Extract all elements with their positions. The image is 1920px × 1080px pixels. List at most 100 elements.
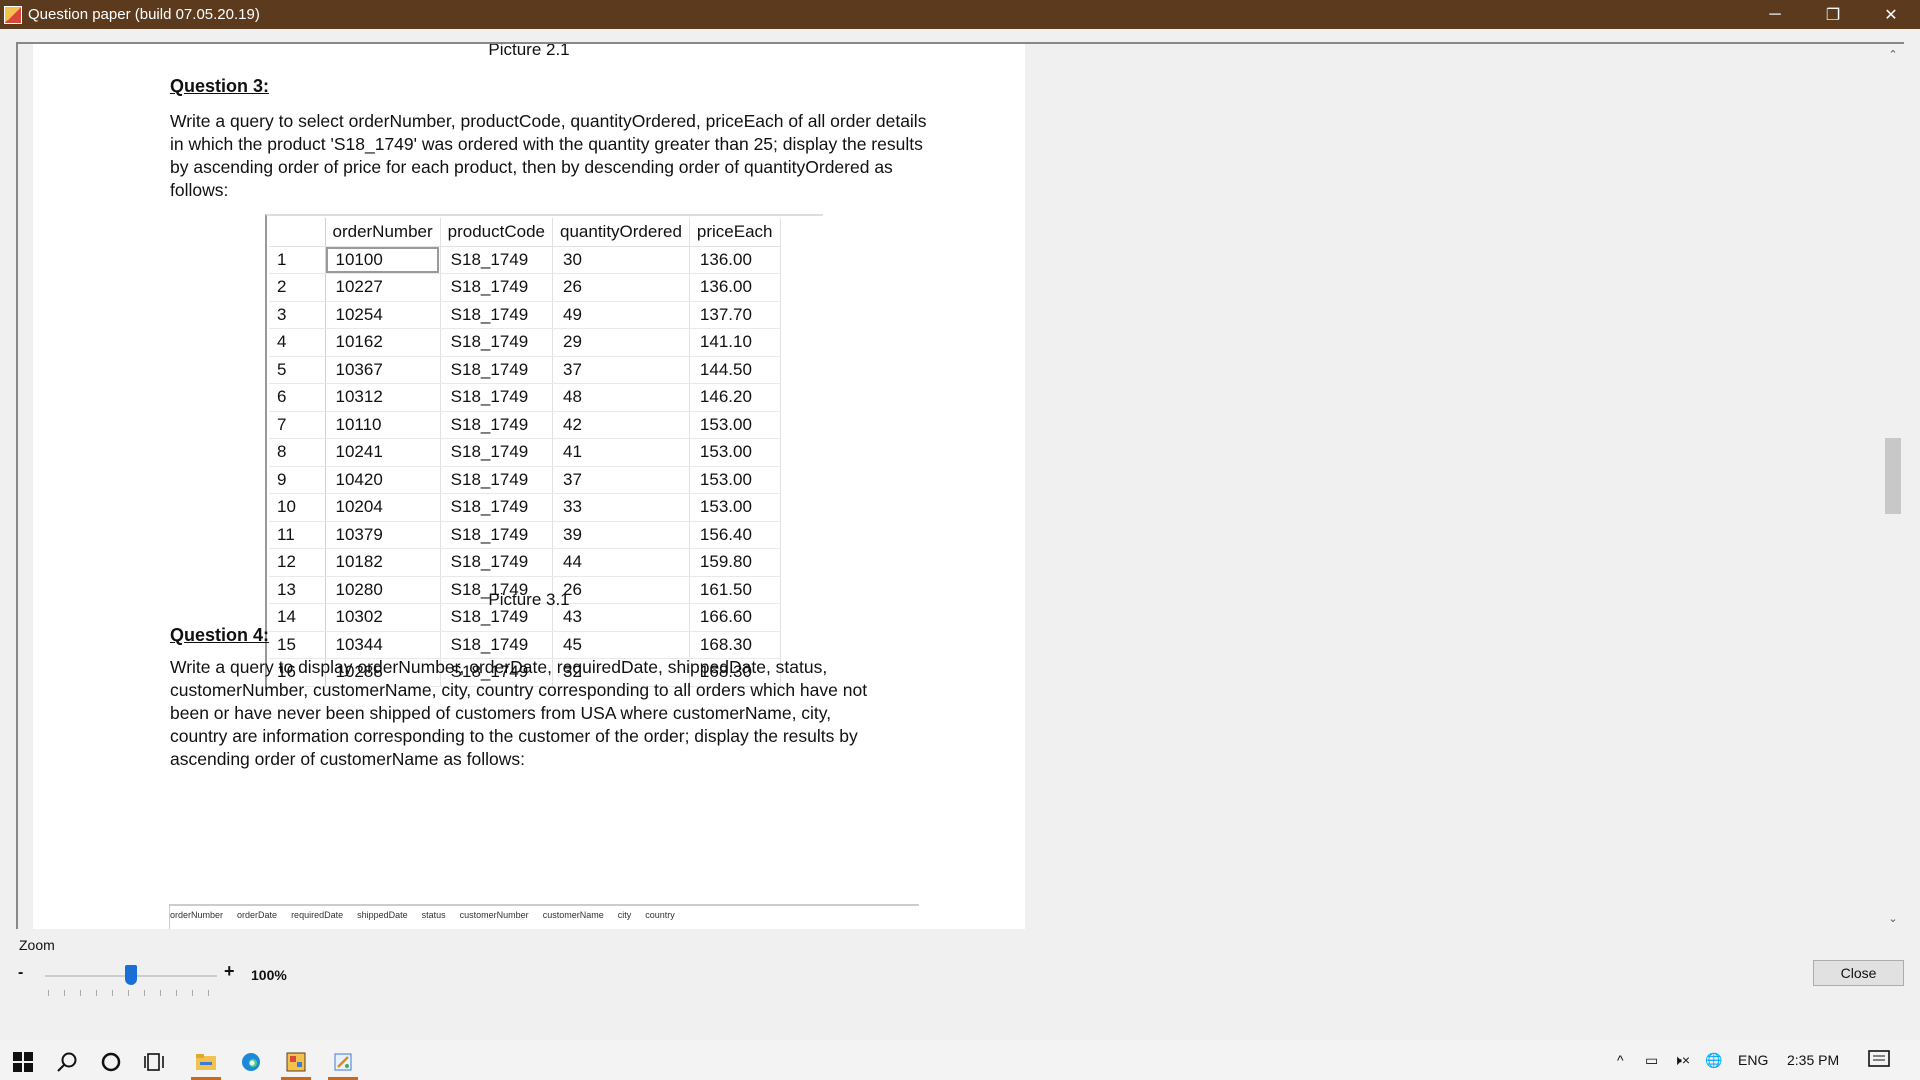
table-cell[interactable]: 10100 [325,246,441,274]
table-cell[interactable]: S18_1749 [440,301,554,329]
scroll-down-arrow-icon[interactable]: ⌄ [1882,910,1904,928]
row-number-cell[interactable]: 3 [269,301,326,329]
scroll-up-arrow-icon[interactable]: ⌃ [1882,46,1904,64]
file-explorer-icon[interactable] [185,1044,227,1080]
table-cell[interactable]: 10241 [325,438,441,467]
row-number-cell[interactable]: 4 [269,328,326,357]
table-row[interactable]: 7 10110 S18_1749 42 153.00 [269,411,781,439]
restore-button[interactable]: ❐ [1804,0,1862,29]
table-cell[interactable]: 48 [552,383,690,412]
row-number-cell[interactable]: 7 [269,411,326,439]
tool-app-icon[interactable] [322,1044,364,1080]
vertical-scrollbar[interactable]: ⌃ ⌄ [1882,44,1904,929]
row-number-cell[interactable]: 9 [269,466,326,494]
table-row[interactable]: 3 10254 S18_1749 49 137.70 [269,301,781,329]
table-row[interactable]: 1 10100 S18_1749 30 136.00 [269,246,781,274]
table-cell[interactable]: S18_1749 [440,383,554,412]
table-cell[interactable]: 153.00 [689,466,781,494]
row-number-cell[interactable]: 12 [269,548,326,577]
close-window-button[interactable]: ✕ [1862,0,1920,29]
table-cell[interactable]: 153.00 [689,411,781,439]
table-cell[interactable]: 137.70 [689,301,781,329]
table-cell[interactable]: 153.00 [689,438,781,467]
table-cell[interactable]: S18_1749 [440,246,554,274]
table-cell[interactable]: 153.00 [689,493,781,522]
task-view-icon[interactable] [134,1044,176,1080]
clock-time[interactable]: 2:35 PM [1787,1052,1839,1068]
show-hidden-icons-icon[interactable]: ^ [1617,1052,1624,1068]
table-row[interactable]: 4 10162 S18_1749 29 141.10 [269,328,781,357]
table-cell[interactable]: 41 [552,438,690,467]
scroll-thumb[interactable] [1885,438,1901,514]
table-cell[interactable]: S18_1749 [440,273,554,302]
row-number-cell[interactable]: 15 [269,631,326,659]
table-row[interactable]: 10 10204 S18_1749 33 153.00 [269,493,781,522]
table-row[interactable]: 15 10344 S18_1749 45 168.30 [269,631,781,659]
table-cell[interactable]: 10344 [325,631,441,659]
row-number-cell[interactable]: 6 [269,383,326,412]
table-cell[interactable]: 10182 [325,548,441,577]
notification-center-icon[interactable] [1868,1050,1890,1073]
table-cell[interactable]: S18_1749 [440,548,554,577]
row-number-cell[interactable]: 1 [269,246,326,274]
table-cell[interactable]: 10110 [325,411,441,439]
table-cell[interactable]: 10227 [325,273,441,302]
table-cell[interactable]: 30 [552,246,690,274]
minimize-button[interactable]: ─ [1746,0,1804,29]
table-cell[interactable]: 37 [552,466,690,494]
table-row[interactable]: 6 10312 S18_1749 48 146.20 [269,383,781,412]
table-cell[interactable]: 39 [552,521,690,549]
cortana-icon[interactable] [90,1044,132,1080]
table-cell[interactable]: 44 [552,548,690,577]
table-row[interactable]: 5 10367 S18_1749 37 144.50 [269,356,781,384]
table-cell[interactable]: 10254 [325,301,441,329]
zoom-out-button[interactable]: - [18,964,23,982]
volume-muted-icon[interactable]: 🕨× [1673,1052,1690,1069]
table-row[interactable]: 9 10420 S18_1749 37 153.00 [269,466,781,494]
table-cell[interactable]: 10379 [325,521,441,549]
table-cell[interactable]: 10420 [325,466,441,494]
table-row[interactable]: 8 10241 S18_1749 41 153.00 [269,438,781,467]
table-cell[interactable]: 146.20 [689,383,781,412]
table-cell[interactable]: 159.80 [689,548,781,577]
table-cell[interactable]: 136.00 [689,273,781,302]
table-cell[interactable]: 37 [552,356,690,384]
table-cell[interactable]: 29 [552,328,690,357]
table-cell[interactable]: S18_1749 [440,328,554,357]
edge-browser-icon[interactable] [230,1044,272,1080]
row-number-cell[interactable]: 11 [269,521,326,549]
document-viewport[interactable]: Picture 2.1 Question 3: Write a query to… [16,42,1904,929]
table-row[interactable]: 12 10182 S18_1749 44 159.80 [269,548,781,577]
row-number-cell[interactable]: 2 [269,273,326,302]
table-cell[interactable]: S18_1749 [440,493,554,522]
table-row[interactable]: 11 10379 S18_1749 39 156.40 [269,521,781,549]
language-indicator[interactable]: ENG [1738,1052,1768,1068]
row-number-cell[interactable]: 10 [269,493,326,522]
table-cell[interactable]: S18_1749 [440,438,554,467]
search-icon[interactable] [46,1044,88,1080]
zoom-in-button[interactable]: + [224,961,235,982]
table-cell[interactable]: 10204 [325,493,441,522]
table-cell[interactable]: 33 [552,493,690,522]
network-globe-icon[interactable]: 🌐 [1705,1052,1722,1069]
zoom-slider-thumb[interactable] [125,965,137,985]
battery-icon[interactable]: ▭ [1645,1052,1658,1069]
table-cell[interactable]: 42 [552,411,690,439]
row-number-cell[interactable]: 8 [269,438,326,467]
table-cell[interactable]: 156.40 [689,521,781,549]
windows-start-icon[interactable] [2,1044,44,1080]
close-button[interactable]: Close [1813,960,1904,986]
table-cell[interactable]: 26 [552,273,690,302]
table-cell[interactable]: S18_1749 [440,466,554,494]
table-cell[interactable]: S18_1749 [440,356,554,384]
table-cell[interactable]: 10162 [325,328,441,357]
table-cell[interactable]: 144.50 [689,356,781,384]
table-row[interactable]: 2 10227 S18_1749 26 136.00 [269,273,781,302]
table-cell[interactable]: S18_1749 [440,521,554,549]
row-number-cell[interactable]: 5 [269,356,326,384]
table-cell[interactable]: 49 [552,301,690,329]
table-cell[interactable]: S18_1749 [440,411,554,439]
table-cell[interactable]: 10312 [325,383,441,412]
table-cell[interactable]: 136.00 [689,246,781,274]
table-cell[interactable]: 45 [552,631,690,659]
